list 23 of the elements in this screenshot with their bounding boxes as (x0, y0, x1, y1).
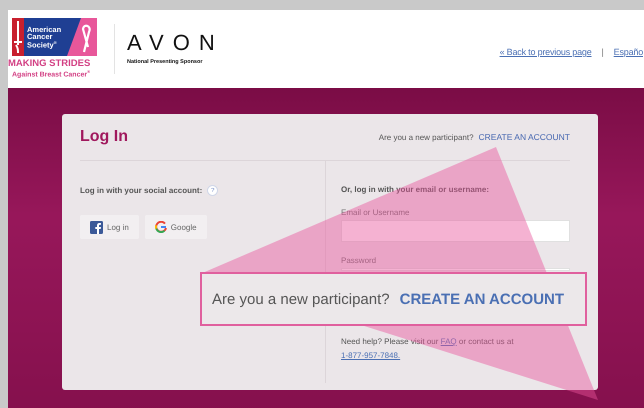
google-login-button[interactable]: Google (144, 215, 207, 239)
event-name: MAKING STRIDES (8, 58, 92, 69)
email-label: Email or Username (341, 208, 410, 217)
sword-icon (12, 20, 24, 54)
facebook-login-button[interactable]: Log in (80, 215, 139, 239)
email-login-heading: Or, log in with your email or username: (341, 185, 490, 194)
social-login-label: Log in with your social account: (80, 186, 202, 195)
phone-link[interactable]: 1-877-957-7848. (341, 351, 400, 360)
email-field[interactable] (341, 220, 570, 242)
login-title: Log In (80, 128, 128, 146)
password-field[interactable] (341, 268, 570, 271)
back-link[interactable]: « Back to previous page (500, 47, 592, 57)
callout-prompt: Are you a new participant? (212, 290, 390, 308)
password-label: Password (341, 256, 378, 265)
help-text: Need help? Please visit our FAQ or contact us at 1-877-957-7848. (341, 336, 515, 362)
language-link[interactable]: Españo (614, 47, 643, 57)
sponsor-logo: AVON (127, 32, 224, 54)
new-participant-prompt: Are you a new participant? (378, 132, 474, 142)
google-icon (154, 221, 167, 233)
create-account-link[interactable]: CREATE AN ACCOUNT (478, 132, 570, 142)
facebook-icon (90, 220, 103, 234)
ribbon-icon (67, 18, 97, 56)
link-separator: | (602, 47, 604, 57)
